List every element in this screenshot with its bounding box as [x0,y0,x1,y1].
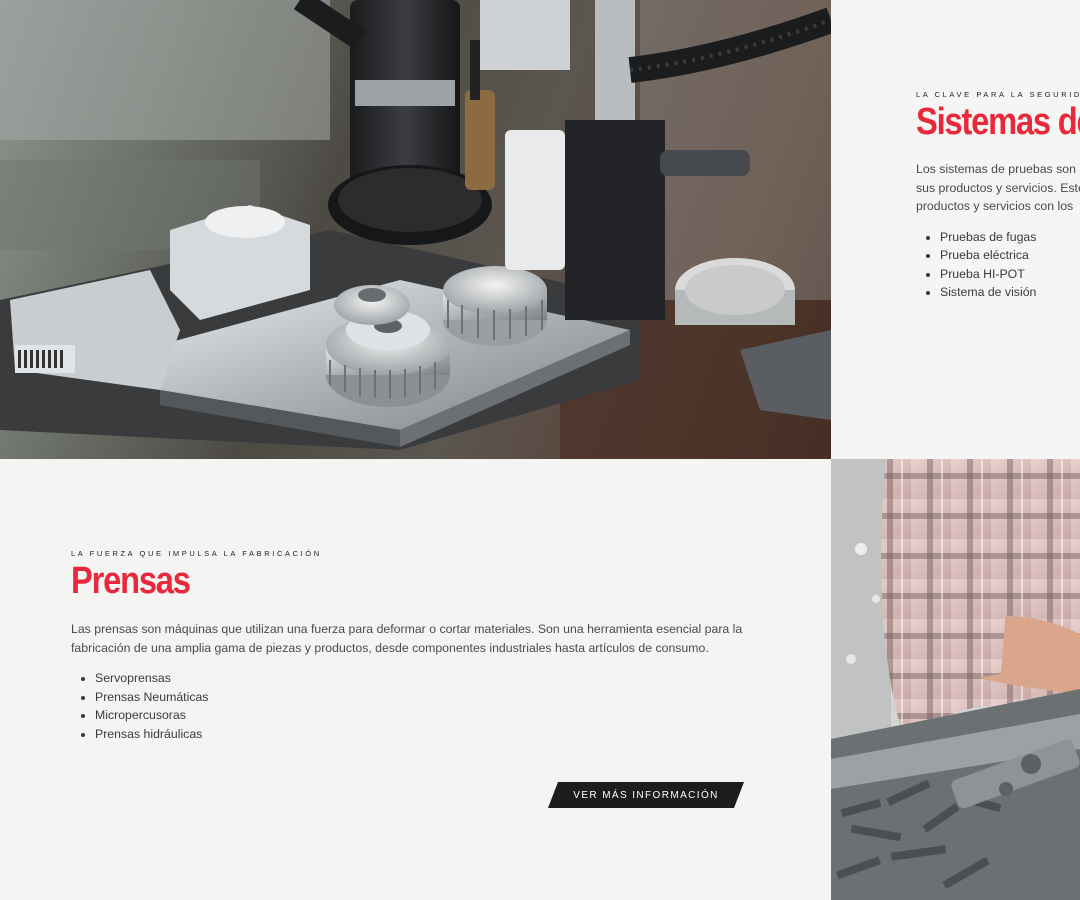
feature-list: Pruebas de fugas Prueba eléctrica Prueba… [916,228,1080,302]
section-description: Las prensas son máquinas que utilizan un… [71,622,743,655]
testing-systems-section: LA CLAVE PARA LA SEGURIDAD Sistemas de L… [831,0,1080,459]
list-item: Prensas Neumáticas [95,688,751,707]
list-item: Pruebas de fugas [940,228,1080,247]
more-info-button[interactable]: VER MÁS INFORMACIÓN [548,782,744,808]
list-item: Prensas hidráulicas [95,725,751,744]
list-item: Prueba eléctrica [940,246,1080,265]
section-eyebrow: LA CLAVE PARA LA SEGURIDAD [916,90,1080,99]
section-eyebrow: LA FUERZA QUE IMPULSA LA FABRICACIÓN [71,549,322,558]
feature-list: Servoprensas Prensas Neumáticas Microper… [71,669,751,743]
presses-section: LA FUERZA QUE IMPULSA LA FABRICACIÓN Pre… [0,459,831,900]
worker-illustration [831,459,1080,900]
list-item: Sistema de visión [940,283,1080,302]
section-title: Prensas [71,560,191,602]
section-description: Los sistemas de pruebas son sus producto… [916,160,1080,216]
testing-machine-illustration [0,0,831,459]
list-item: Servoprensas [95,669,751,688]
description-line: sus productos y servicios. Este [916,180,1080,195]
description-line: Los sistemas de pruebas son [916,162,1076,176]
list-item: Prueba HI-POT [940,265,1080,284]
worker-photo [831,459,1080,900]
testing-machine-photo [0,0,831,459]
section-title: Sistemas de [916,101,1080,143]
description-line: productos y servicios con los [916,199,1074,213]
list-item: Micropercusoras [95,706,751,725]
